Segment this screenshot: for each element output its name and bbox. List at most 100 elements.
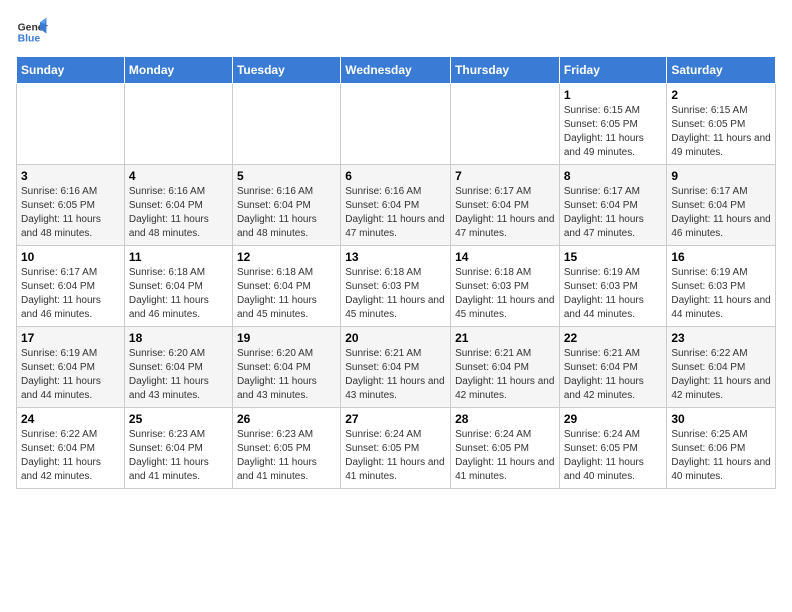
calendar-cell: 3 Sunrise: 6:16 AM Sunset: 6:05 PM Daylig… — [17, 165, 125, 246]
day-info: Sunrise: 6:22 AM Sunset: 6:04 PM Dayligh… — [21, 428, 120, 484]
day-number: 3 — [21, 169, 120, 183]
day-number: 16 — [671, 250, 771, 264]
day-number: 18 — [129, 331, 228, 345]
day-number: 11 — [129, 250, 228, 264]
calendar-cell: 16 Sunrise: 6:19 AM Sunset: 6:03 PM Dayli… — [667, 246, 776, 327]
day-info: Sunrise: 6:19 AM Sunset: 6:03 PM Dayligh… — [671, 266, 771, 322]
day-info: Sunrise: 6:22 AM Sunset: 6:04 PM Dayligh… — [671, 347, 771, 403]
day-number: 19 — [237, 331, 336, 345]
day-info: Sunrise: 6:18 AM Sunset: 6:03 PM Dayligh… — [345, 266, 446, 322]
calendar-cell: 20 Sunrise: 6:21 AM Sunset: 6:04 PM Dayli… — [341, 327, 451, 408]
day-of-week-friday: Friday — [559, 57, 667, 84]
calendar-cell — [451, 84, 560, 165]
calendar-cell: 12 Sunrise: 6:18 AM Sunset: 6:04 PM Dayli… — [232, 246, 340, 327]
calendar-week-4: 17Sunrise: 6:19 AM Sunset: 6:04 PM Dayli… — [17, 327, 776, 408]
page-header: General Blue — [16, 16, 776, 48]
calendar-cell: 10 Sunrise: 6:17 AM Sunset: 6:04 PM Dayli… — [17, 246, 125, 327]
day-info: Sunrise: 6:25 AM Sunset: 6:06 PM Dayligh… — [671, 428, 771, 484]
calendar-cell: 11 Sunrise: 6:18 AM Sunset: 6:04 PM Dayli… — [124, 246, 232, 327]
day-of-week-thursday: Thursday — [451, 57, 560, 84]
calendar-cell — [124, 84, 232, 165]
day-number: 9 — [671, 169, 771, 183]
day-number: 23 — [671, 331, 771, 345]
logo: General Blue — [16, 16, 48, 48]
calendar-cell: 7 Sunrise: 6:17 AM Sunset: 6:04 PM Daylig… — [451, 165, 560, 246]
day-number: 29 — [564, 412, 663, 426]
day-of-week-saturday: Saturday — [667, 57, 776, 84]
day-info: Sunrise: 6:17 AM Sunset: 6:04 PM Dayligh… — [21, 266, 120, 322]
logo-icon: General Blue — [16, 16, 48, 48]
day-number: 24 — [21, 412, 120, 426]
calendar-cell: 17Sunrise: 6:19 AM Sunset: 6:04 PM Dayli… — [17, 327, 125, 408]
day-info: Sunrise: 6:18 AM Sunset: 6:04 PM Dayligh… — [129, 266, 228, 322]
calendar-cell: 24 Sunrise: 6:22 AM Sunset: 6:04 PM Dayli… — [17, 408, 125, 489]
day-info: Sunrise: 6:21 AM Sunset: 6:04 PM Dayligh… — [455, 347, 555, 403]
day-number: 20 — [345, 331, 446, 345]
day-number: 27 — [345, 412, 446, 426]
day-of-week-wednesday: Wednesday — [341, 57, 451, 84]
day-number: 12 — [237, 250, 336, 264]
day-number: 21 — [455, 331, 555, 345]
calendar-week-5: 24 Sunrise: 6:22 AM Sunset: 6:04 PM Dayli… — [17, 408, 776, 489]
day-info: Sunrise: 6:16 AM Sunset: 6:04 PM Dayligh… — [237, 185, 336, 241]
calendar-cell: 6 Sunrise: 6:16 AM Sunset: 6:04 PM Daylig… — [341, 165, 451, 246]
calendar-cell: 5 Sunrise: 6:16 AM Sunset: 6:04 PM Daylig… — [232, 165, 340, 246]
day-number: 13 — [345, 250, 446, 264]
svg-text:Blue: Blue — [18, 34, 41, 45]
day-info: Sunrise: 6:21 AM Sunset: 6:04 PM Dayligh… — [564, 347, 663, 403]
day-info: Sunrise: 6:16 AM Sunset: 6:04 PM Dayligh… — [129, 185, 228, 241]
calendar-cell: 4 Sunrise: 6:16 AM Sunset: 6:04 PM Daylig… — [124, 165, 232, 246]
day-number: 1 — [564, 88, 663, 102]
day-of-week-tuesday: Tuesday — [232, 57, 340, 84]
day-info: Sunrise: 6:20 AM Sunset: 6:04 PM Dayligh… — [129, 347, 228, 403]
day-info: Sunrise: 6:15 AM Sunset: 6:05 PM Dayligh… — [671, 104, 771, 160]
day-number: 28 — [455, 412, 555, 426]
day-number: 26 — [237, 412, 336, 426]
day-info: Sunrise: 6:23 AM Sunset: 6:04 PM Dayligh… — [129, 428, 228, 484]
calendar-cell: 28Sunrise: 6:24 AM Sunset: 6:05 PM Dayli… — [451, 408, 560, 489]
calendar-cell: 8 Sunrise: 6:17 AM Sunset: 6:04 PM Daylig… — [559, 165, 667, 246]
calendar-cell: 29 Sunrise: 6:24 AM Sunset: 6:05 PM Dayli… — [559, 408, 667, 489]
day-number: 25 — [129, 412, 228, 426]
calendar-cell: 19Sunrise: 6:20 AM Sunset: 6:04 PM Dayli… — [232, 327, 340, 408]
calendar-cell: 26 Sunrise: 6:23 AM Sunset: 6:05 PM Dayli… — [232, 408, 340, 489]
day-info: Sunrise: 6:16 AM Sunset: 6:04 PM Dayligh… — [345, 185, 446, 241]
day-info: Sunrise: 6:17 AM Sunset: 6:04 PM Dayligh… — [455, 185, 555, 241]
day-info: Sunrise: 6:18 AM Sunset: 6:03 PM Dayligh… — [455, 266, 555, 322]
calendar-cell: 2Sunrise: 6:15 AM Sunset: 6:05 PM Daylig… — [667, 84, 776, 165]
day-number: 15 — [564, 250, 663, 264]
calendar-cell: 22Sunrise: 6:21 AM Sunset: 6:04 PM Dayli… — [559, 327, 667, 408]
calendar-week-1: 1 Sunrise: 6:15 AM Sunset: 6:05 PM Daylig… — [17, 84, 776, 165]
day-info: Sunrise: 6:21 AM Sunset: 6:04 PM Dayligh… — [345, 347, 446, 403]
day-number: 10 — [21, 250, 120, 264]
day-number: 8 — [564, 169, 663, 183]
calendar-cell: 13 Sunrise: 6:18 AM Sunset: 6:03 PM Dayli… — [341, 246, 451, 327]
calendar-cell: 18 Sunrise: 6:20 AM Sunset: 6:04 PM Dayli… — [124, 327, 232, 408]
day-info: Sunrise: 6:18 AM Sunset: 6:04 PM Dayligh… — [237, 266, 336, 322]
day-number: 4 — [129, 169, 228, 183]
day-info: Sunrise: 6:24 AM Sunset: 6:05 PM Dayligh… — [564, 428, 663, 484]
calendar-table: SundayMondayTuesdayWednesdayThursdayFrid… — [16, 56, 776, 489]
day-info: Sunrise: 6:23 AM Sunset: 6:05 PM Dayligh… — [237, 428, 336, 484]
day-number: 6 — [345, 169, 446, 183]
day-number: 7 — [455, 169, 555, 183]
day-info: Sunrise: 6:17 AM Sunset: 6:04 PM Dayligh… — [671, 185, 771, 241]
day-of-week-sunday: Sunday — [17, 57, 125, 84]
calendar-cell: 30 Sunrise: 6:25 AM Sunset: 6:06 PM Dayli… — [667, 408, 776, 489]
calendar-cell: 14Sunrise: 6:18 AM Sunset: 6:03 PM Dayli… — [451, 246, 560, 327]
calendar-cell: 1Sunrise: 6:15 AM Sunset: 6:05 PM Daylig… — [559, 84, 667, 165]
day-number: 5 — [237, 169, 336, 183]
calendar-cell — [341, 84, 451, 165]
day-number: 30 — [671, 412, 771, 426]
day-info: Sunrise: 6:16 AM Sunset: 6:05 PM Dayligh… — [21, 185, 120, 241]
calendar-cell: 21 Sunrise: 6:21 AM Sunset: 6:04 PM Dayli… — [451, 327, 560, 408]
day-info: Sunrise: 6:19 AM Sunset: 6:04 PM Dayligh… — [21, 347, 120, 403]
calendar-cell — [17, 84, 125, 165]
day-info: Sunrise: 6:19 AM Sunset: 6:03 PM Dayligh… — [564, 266, 663, 322]
calendar-cell: 9 Sunrise: 6:17 AM Sunset: 6:04 PM Daylig… — [667, 165, 776, 246]
day-of-week-monday: Monday — [124, 57, 232, 84]
day-info: Sunrise: 6:17 AM Sunset: 6:04 PM Dayligh… — [564, 185, 663, 241]
calendar-week-3: 10 Sunrise: 6:17 AM Sunset: 6:04 PM Dayli… — [17, 246, 776, 327]
calendar-cell: 25 Sunrise: 6:23 AM Sunset: 6:04 PM Dayli… — [124, 408, 232, 489]
day-info: Sunrise: 6:24 AM Sunset: 6:05 PM Dayligh… — [345, 428, 446, 484]
